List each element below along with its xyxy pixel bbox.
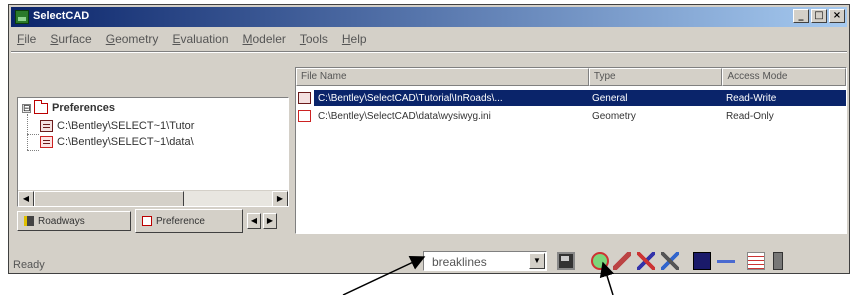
preference-file-icon (40, 136, 53, 148)
properties-icon[interactable] (747, 252, 765, 270)
tree-connector (27, 114, 28, 150)
app-icon (15, 10, 29, 24)
tools-icon[interactable] (661, 252, 679, 270)
chevron-down-icon[interactable]: ▼ (529, 253, 545, 269)
status-bar-text: Ready (13, 259, 45, 271)
collapse-icon[interactable]: ⊟ (22, 103, 31, 113)
tree-item-child[interactable]: C:\Bentley\SELECT~1\data\ (40, 136, 194, 148)
globe-icon[interactable] (591, 252, 609, 270)
cell-access-mode: Read-Write (725, 92, 777, 104)
tree-connector (27, 150, 39, 151)
bar-icon[interactable] (773, 252, 783, 270)
dropdown-value: breaklines (432, 255, 487, 269)
menu-file[interactable]: File (17, 32, 36, 46)
scroll-left-icon[interactable]: ◀ (18, 191, 34, 206)
bottom-toolbar: breaklines ▼ (419, 249, 851, 273)
cross-icon[interactable] (637, 252, 655, 270)
tab-roadways[interactable]: Roadways (17, 211, 131, 231)
scroll-thumb[interactable] (34, 191, 184, 206)
column-file-name[interactable]: File Name (296, 68, 589, 86)
menu-surface[interactable]: Surface (50, 32, 91, 46)
tree-item-child[interactable]: C:\Bentley\SELECT~1\Tutor (40, 120, 194, 132)
minimize-button[interactable]: _ (793, 9, 809, 23)
save-icon[interactable] (557, 252, 575, 270)
feature-style-dropdown[interactable]: breaklines ▼ (423, 251, 547, 271)
preferences-tree[interactable]: ⊟ Preferences C:\Bentley\SELECT~1\Tutor … (17, 97, 289, 207)
menu-separator (11, 51, 847, 53)
scroll-right-icon[interactable]: ▶ (272, 191, 288, 206)
title-bar: SelectCAD _ □ × (11, 7, 847, 27)
column-access-mode[interactable]: Access Mode (722, 68, 846, 86)
tree-item-root[interactable]: ⊟ Preferences (22, 99, 115, 114)
table-row[interactable]: C:\Bentley\SelectCAD\Tutorial\InRoads\..… (296, 90, 846, 106)
tree-child-label: C:\Bentley\SELECT~1\Tutor (57, 120, 195, 132)
menu-modeler[interactable]: Modeler (243, 32, 286, 46)
tab-scroll-left-icon[interactable]: ◀ (247, 213, 261, 229)
folder-icon (34, 99, 48, 114)
cell-type: Geometry (591, 110, 636, 122)
app-window: SelectCAD _ □ × File Surface Geometry Ev… (8, 4, 850, 274)
menu-help[interactable]: Help (342, 32, 367, 46)
menu-tools[interactable]: Tools (300, 32, 328, 46)
color-icon[interactable] (693, 252, 711, 270)
tab-preference-label: Preference (156, 215, 205, 227)
tab-scroll-right-icon[interactable]: ▶ (263, 213, 277, 229)
cell-file-name: C:\Bentley\SelectCAD\Tutorial\InRoads\..… (317, 92, 503, 104)
close-button[interactable]: × (829, 9, 845, 23)
maximize-button[interactable]: □ (811, 9, 827, 23)
preference-file-icon (298, 110, 311, 122)
menu-evaluation[interactable]: Evaluation (172, 32, 228, 46)
tree-child-label: C:\Bentley\SELECT~1\data\ (57, 136, 194, 148)
cell-file-name: C:\Bentley\SelectCAD\data\wysiwyg.ini (317, 110, 491, 122)
preference-folder-icon (142, 216, 152, 226)
table-header: File Name Type Access Mode (296, 68, 846, 86)
horizontal-scrollbar[interactable]: ◀ ▶ (18, 190, 288, 206)
preference-file-icon (298, 92, 311, 104)
menu-bar: File Surface Geometry Evaluation Modeler… (11, 29, 847, 49)
cell-access-mode: Read-Only (725, 110, 774, 122)
line-style-icon[interactable] (717, 260, 735, 263)
panel-tabs: Roadways Preference ◀ ▶ (17, 209, 297, 233)
tree-connector (27, 134, 39, 135)
tab-roadways-label: Roadways (38, 215, 85, 227)
roadways-icon (24, 216, 34, 226)
pencil-icon[interactable] (613, 252, 631, 270)
cell-type: General (591, 92, 628, 104)
menu-geometry[interactable]: Geometry (106, 32, 159, 46)
tab-preference[interactable]: Preference (135, 209, 243, 233)
table-row[interactable]: C:\Bentley\SelectCAD\data\wysiwyg.ini Ge… (296, 108, 846, 124)
tree-root-label: Preferences (52, 102, 115, 114)
column-type[interactable]: Type (588, 68, 723, 86)
preference-file-icon (40, 120, 53, 132)
file-list: File Name Type Access Mode C:\Bentley\Se… (295, 67, 847, 234)
window-title: SelectCAD (33, 10, 90, 22)
